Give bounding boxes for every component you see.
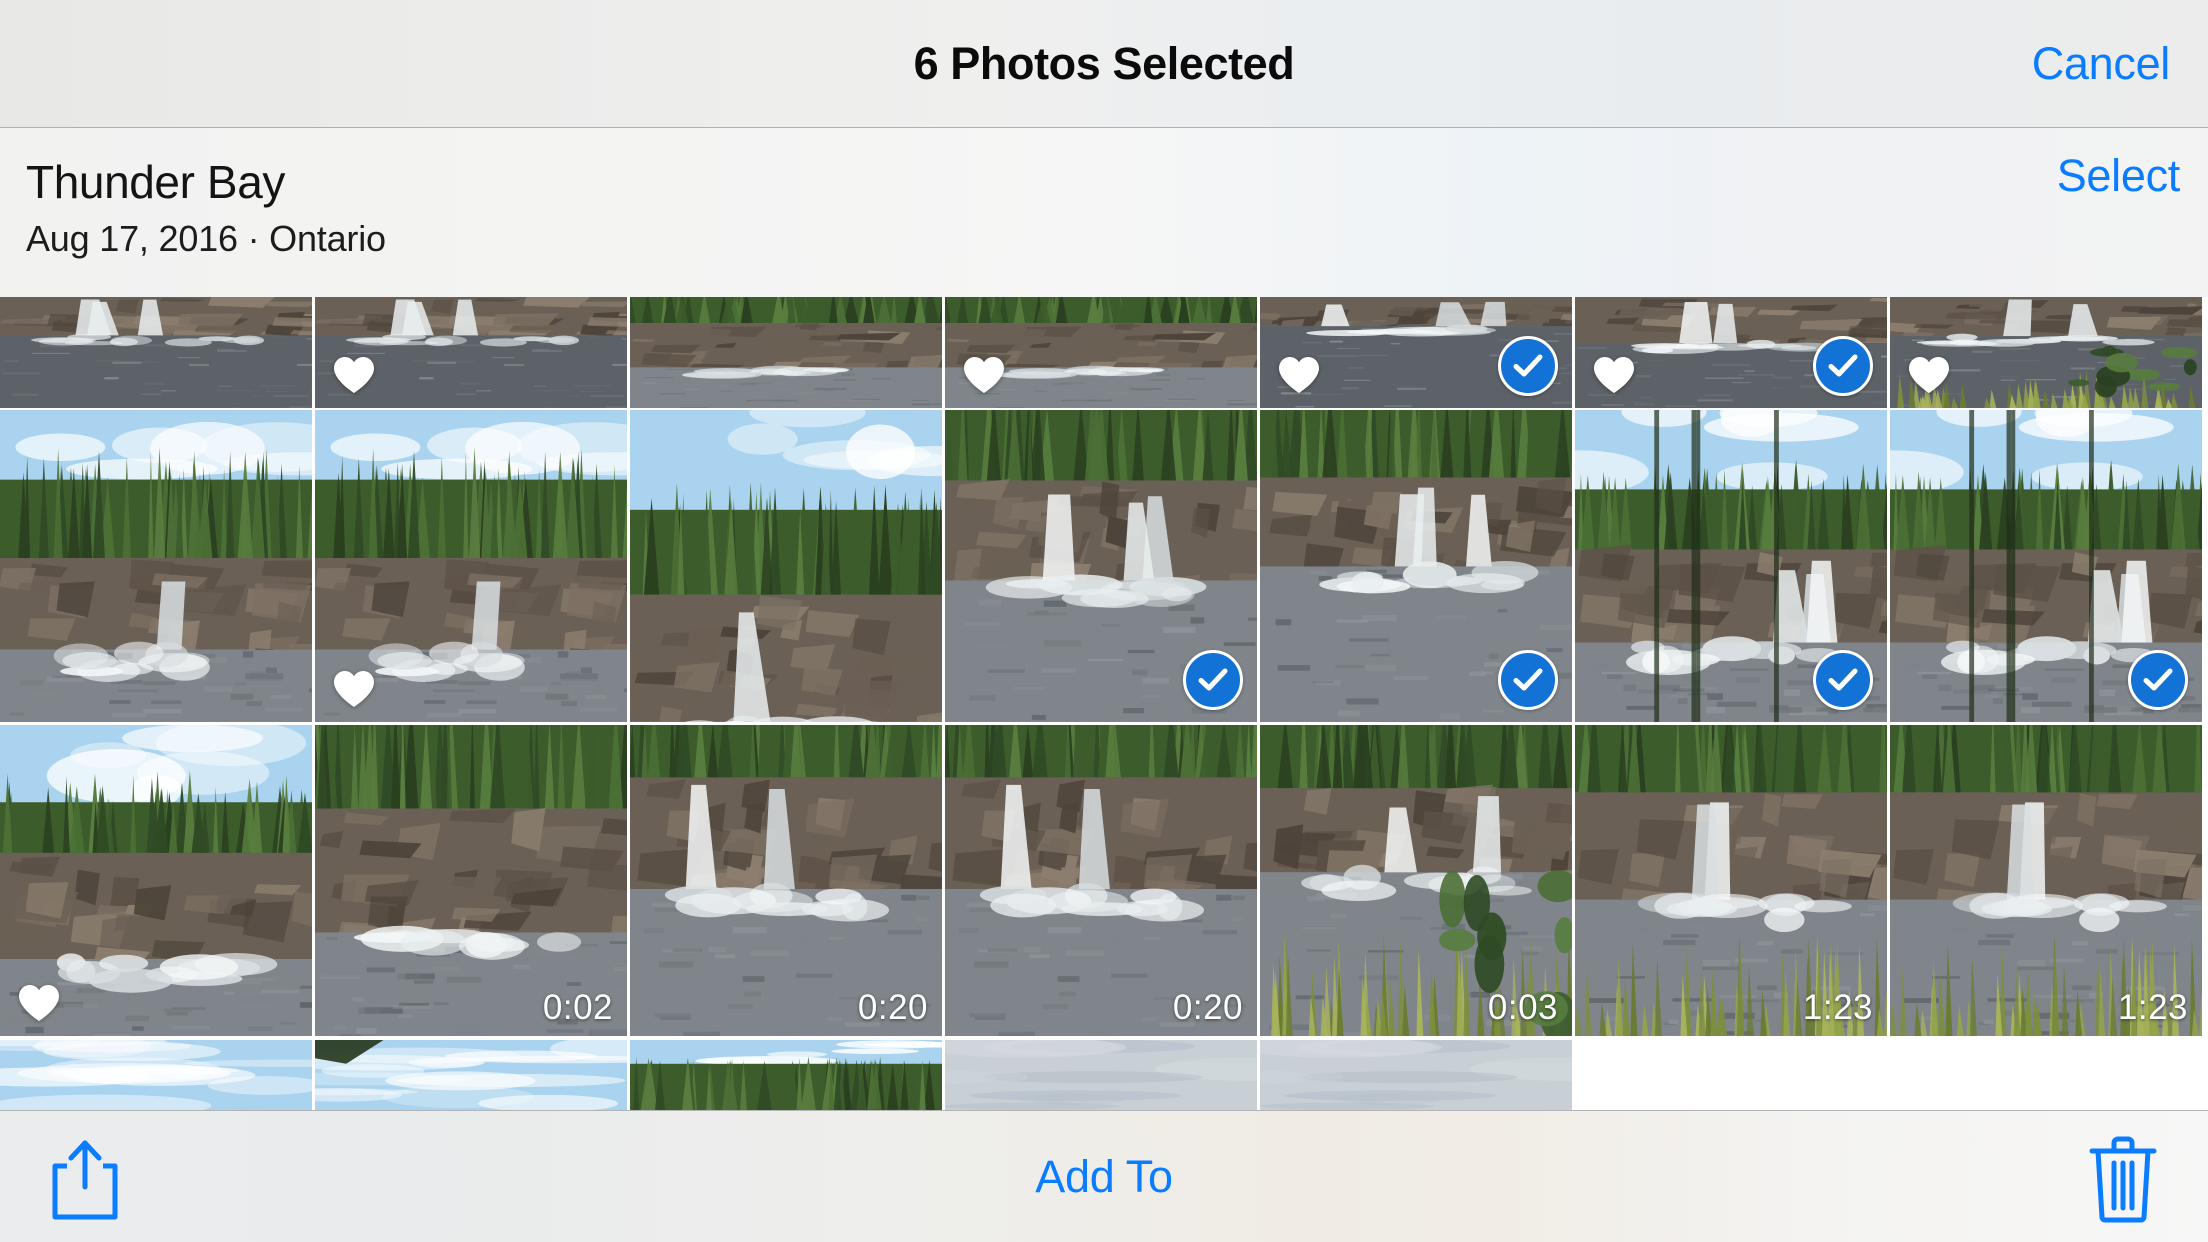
photo-thumbnail[interactable]: 0:20 bbox=[630, 725, 942, 1036]
add-to-button[interactable]: Add To bbox=[0, 1111, 2208, 1242]
moment-header: Thunder Bay Aug 17, 2016 · Ontario Selec… bbox=[0, 128, 2208, 297]
photo-thumbnail[interactable] bbox=[1890, 410, 2202, 722]
video-duration-label: 0:20 bbox=[857, 988, 928, 1027]
trash-icon[interactable] bbox=[2084, 1135, 2162, 1223]
photo-thumbnail[interactable] bbox=[1575, 410, 1887, 722]
favorite-heart-icon bbox=[18, 984, 60, 1022]
selected-check-icon[interactable] bbox=[1813, 650, 1873, 710]
select-button[interactable]: Select bbox=[2057, 150, 2181, 202]
photo-thumbnail[interactable] bbox=[315, 410, 627, 722]
photo-thumbnail[interactable] bbox=[0, 297, 312, 408]
photos-selection-screen: 6 Photos Selected Cancel Thunder Bay Aug… bbox=[0, 0, 2208, 1242]
photo-thumbnail[interactable] bbox=[945, 297, 1257, 408]
selected-check-icon[interactable] bbox=[2128, 650, 2188, 710]
photo-thumbnail[interactable] bbox=[630, 1040, 942, 1110]
photo-thumbnail[interactable] bbox=[1260, 1040, 1572, 1110]
video-duration-label: 1:23 bbox=[1802, 988, 1873, 1027]
photo-grid[interactable]: 0:02 0:20 0:20 0:03 1:23 1:23 bbox=[0, 297, 2208, 1110]
selected-check-icon[interactable] bbox=[1813, 336, 1873, 396]
photo-thumbnail[interactable] bbox=[315, 297, 627, 408]
photo-thumbnail[interactable] bbox=[1260, 410, 1572, 722]
photo-grid-row bbox=[0, 410, 2208, 722]
photo-thumbnail[interactable] bbox=[0, 410, 312, 722]
video-duration-label: 0:20 bbox=[1172, 988, 1243, 1027]
photo-grid-row bbox=[0, 1040, 2208, 1110]
page-title: 6 Photos Selected bbox=[913, 37, 1295, 89]
favorite-heart-icon bbox=[963, 356, 1005, 394]
grid-empty-space bbox=[1575, 1040, 2208, 1110]
photo-thumbnail[interactable]: 0:20 bbox=[945, 725, 1257, 1036]
photo-thumbnail[interactable] bbox=[945, 410, 1257, 722]
moment-title: Thunder Bay bbox=[26, 156, 285, 208]
photo-thumbnail[interactable] bbox=[1260, 297, 1572, 408]
photo-grid-row: 0:02 0:20 0:20 0:03 1:23 1:23 bbox=[0, 725, 2208, 1036]
photo-thumbnail[interactable] bbox=[630, 410, 942, 722]
photo-thumbnail[interactable] bbox=[630, 297, 942, 408]
favorite-heart-icon bbox=[1278, 356, 1320, 394]
favorite-heart-icon bbox=[1908, 356, 1950, 394]
favorite-heart-icon bbox=[333, 670, 375, 708]
video-duration-label: 0:02 bbox=[542, 988, 613, 1027]
photo-thumbnail[interactable] bbox=[0, 1040, 312, 1110]
photo-thumbnail[interactable]: 0:03 bbox=[1260, 725, 1572, 1036]
video-duration-label: 0:03 bbox=[1487, 988, 1558, 1027]
favorite-heart-icon bbox=[333, 356, 375, 394]
photo-thumbnail[interactable] bbox=[1575, 297, 1887, 408]
photo-thumbnail[interactable] bbox=[1890, 297, 2202, 408]
photo-thumbnail[interactable] bbox=[945, 1040, 1257, 1110]
moment-subtitle: Aug 17, 2016 · Ontario bbox=[26, 218, 386, 259]
photo-thumbnail[interactable]: 1:23 bbox=[1575, 725, 1887, 1036]
cancel-button[interactable]: Cancel bbox=[2032, 0, 2171, 127]
selected-check-icon[interactable] bbox=[1498, 336, 1558, 396]
selected-check-icon[interactable] bbox=[1183, 650, 1243, 710]
bottom-toolbar: Add To bbox=[0, 1110, 2208, 1242]
photo-thumbnail[interactable]: 1:23 bbox=[1890, 725, 2202, 1036]
photo-thumbnail[interactable]: 0:02 bbox=[315, 725, 627, 1036]
navigation-bar: 6 Photos Selected Cancel bbox=[0, 0, 2208, 128]
video-duration-label: 1:23 bbox=[2117, 988, 2188, 1027]
photo-grid-row bbox=[0, 297, 2208, 408]
photo-thumbnail[interactable] bbox=[315, 1040, 627, 1110]
favorite-heart-icon bbox=[1593, 356, 1635, 394]
photo-thumbnail[interactable] bbox=[0, 725, 312, 1036]
selected-check-icon[interactable] bbox=[1498, 650, 1558, 710]
